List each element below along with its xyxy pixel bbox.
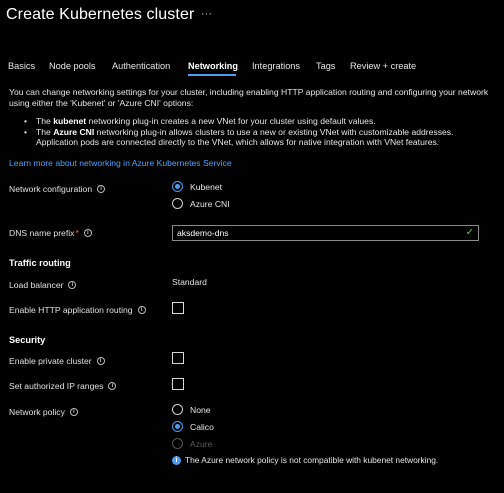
- radio-disabled-icon: [172, 438, 183, 449]
- tab-networking[interactable]: Networking: [188, 61, 238, 71]
- radio-selected-icon[interactable]: [172, 421, 183, 432]
- info-icon[interactable]: i: [69, 408, 78, 416]
- info-icon[interactable]: i: [96, 357, 105, 365]
- plugin-bullets: The kubenet networking plug-in creates a…: [24, 116, 484, 148]
- info-icon[interactable]: i: [83, 229, 92, 237]
- tab-basics[interactable]: Basics: [8, 61, 35, 71]
- learn-more-link[interactable]: Learn more about networking in Azure Kub…: [9, 158, 232, 168]
- tab-tags[interactable]: Tags: [316, 61, 335, 71]
- load-balancer-label: Load balancer i: [9, 280, 77, 290]
- authorized-ip-checkbox[interactable]: [172, 378, 184, 390]
- bullet-azure-cni: The Azure CNI networking plug-in allows …: [24, 127, 484, 148]
- page-title: Create Kubernetes cluster: [6, 6, 195, 23]
- security-heading: Security: [9, 335, 46, 345]
- tab-review-create[interactable]: Review + create: [350, 61, 416, 71]
- active-tab-indicator: [188, 74, 236, 76]
- radio-selected-icon[interactable]: [172, 181, 183, 192]
- http-routing-checkbox[interactable]: [172, 302, 184, 314]
- info-icon[interactable]: i: [108, 382, 117, 390]
- info-icon[interactable]: i: [97, 185, 106, 193]
- tab-node-pools[interactable]: Node pools: [49, 61, 95, 71]
- valid-check-icon: ✓: [465, 227, 474, 238]
- network-policy-label: Network policy i: [9, 407, 78, 417]
- network-config-label: Network configuration i: [9, 184, 106, 194]
- info-filled-icon: i: [172, 455, 181, 465]
- http-routing-label: Enable HTTP application routing i: [9, 305, 146, 315]
- dns-prefix-label: DNS name prefix * i: [9, 228, 92, 238]
- radio-azure-cni[interactable]: Azure CNI: [172, 198, 230, 209]
- radio-unselected-icon[interactable]: [172, 404, 183, 415]
- tab-integrations[interactable]: Integrations: [252, 61, 300, 71]
- radio-unselected-icon[interactable]: [172, 198, 183, 209]
- traffic-routing-heading: Traffic routing: [9, 258, 71, 268]
- intro-text: You can change networking settings for y…: [9, 87, 489, 108]
- info-icon[interactable]: i: [137, 306, 146, 314]
- tab-authentication[interactable]: Authentication: [112, 61, 170, 71]
- private-cluster-label: Enable private cluster i: [9, 356, 105, 366]
- dns-prefix-input[interactable]: aksdemo-dns ✓: [172, 225, 479, 241]
- bullet-kubenet: The kubenet networking plug-in creates a…: [24, 116, 484, 127]
- info-icon[interactable]: i: [68, 281, 77, 289]
- policy-info-note: i The Azure network policy is not compati…: [172, 455, 438, 465]
- private-cluster-checkbox[interactable]: [172, 352, 184, 364]
- authorized-ip-label: Set authorized IP ranges i: [9, 381, 117, 391]
- radio-policy-calico[interactable]: Calico: [172, 421, 214, 432]
- radio-policy-none[interactable]: None: [172, 404, 211, 415]
- radio-policy-azure: Azure: [172, 438, 212, 449]
- radio-kubenet[interactable]: Kubenet: [172, 181, 222, 192]
- load-balancer-value: Standard: [172, 277, 207, 287]
- more-options-icon[interactable]: ···: [201, 8, 212, 20]
